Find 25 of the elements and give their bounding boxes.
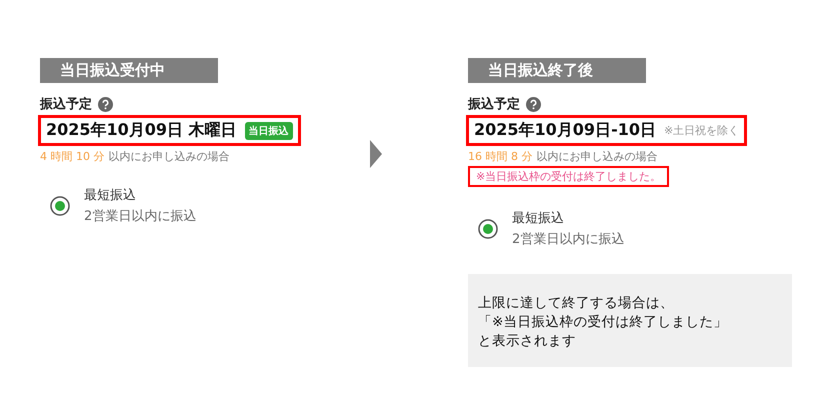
explanation-line: 「※当日振込枠の受付は終了しました」: [478, 313, 728, 332]
radio-button[interactable]: [478, 218, 498, 238]
date-note: ※土日祝を除く: [664, 123, 740, 138]
section-header: 当日振込受付中: [40, 58, 218, 83]
deadline-time: 4 時間 10 分: [40, 149, 104, 164]
deadline-text: 以内にお申し込みの場合: [536, 149, 658, 164]
transfer-date: 2025年10月09日-10日: [474, 120, 656, 141]
deadline-text: 以内にお申し込みの場合: [108, 149, 230, 164]
field-label: 振込予定: [468, 96, 520, 113]
arrow-icon: [370, 140, 382, 168]
explanation-line: と表示されます: [478, 332, 577, 351]
help-icon[interactable]: [98, 96, 113, 112]
same-day-badge: 当日振込: [244, 122, 293, 140]
closed-notice: ※当日振込枠の受付は終了しました。: [468, 166, 670, 187]
option-title: 最短振込: [512, 210, 565, 227]
option-title: 最短振込: [84, 187, 137, 204]
help-icon[interactable]: [526, 96, 541, 112]
explanation-line: 上限に達して終了する場合は、: [478, 294, 675, 313]
transfer-date: 2025年10月09日 木曜日: [46, 120, 237, 141]
option-description: 2営業日以内に振込: [84, 208, 196, 225]
option-description: 2営業日以内に振込: [512, 231, 624, 248]
deadline-time: 16 時間 8 分: [468, 149, 532, 164]
section-header: 当日振込終了後: [468, 58, 646, 83]
field-label: 振込予定: [40, 96, 92, 113]
radio-button[interactable]: [50, 196, 70, 216]
